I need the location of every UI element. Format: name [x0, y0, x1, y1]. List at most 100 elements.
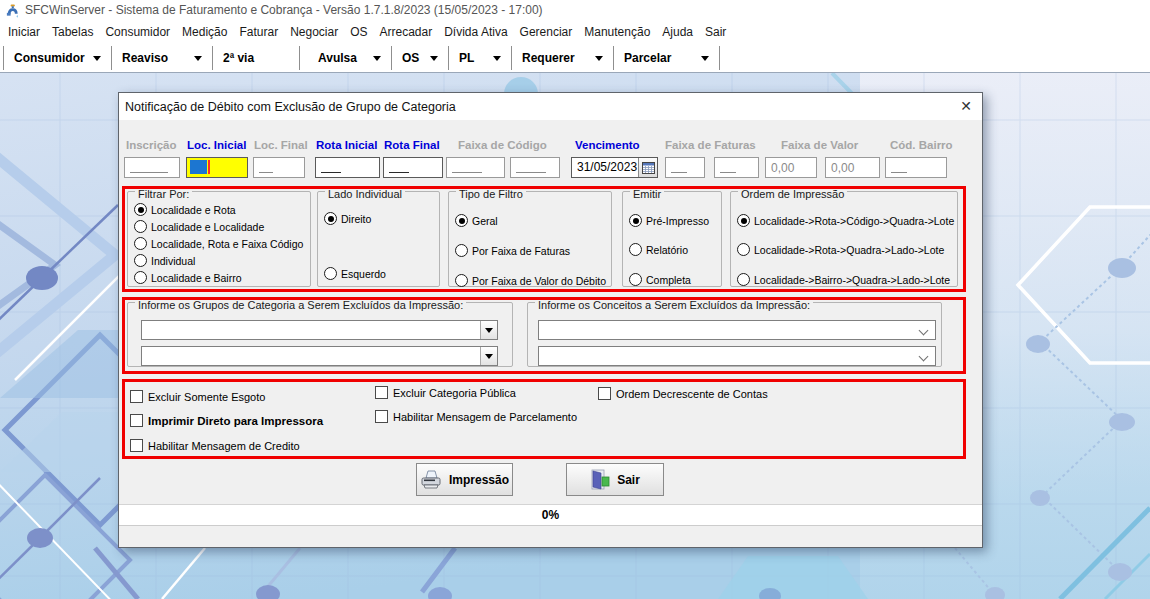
toolbar-consumidor-button[interactable]: Consumidor: [4, 45, 111, 71]
close-icon[interactable]: ✕: [960, 97, 972, 115]
radio-relatorio[interactable]: Relatório: [629, 243, 688, 256]
radio-icon: [737, 243, 750, 256]
menu-iniciar[interactable]: Iniciar: [2, 20, 46, 44]
desktop: SFCWinServer - Sistema de Faturamento e …: [0, 0, 1150, 599]
label-faixa-faturas: Faixa de Faturas: [665, 139, 756, 151]
checkbox-icon: [130, 414, 143, 427]
radio-esquerdo[interactable]: Esquerdo: [324, 267, 386, 280]
input-faixa-valor-2[interactable]: 0,00: [825, 157, 880, 178]
radio-icon: [455, 214, 468, 227]
toolbar-os-button[interactable]: OS: [392, 45, 448, 71]
input-loc-final[interactable]: [253, 157, 305, 178]
input-faixa-codigo-2[interactable]: [510, 157, 560, 178]
input-faixa-codigo-1[interactable]: [446, 157, 505, 178]
radio-localidade-e-rota[interactable]: Localidade e Rota: [134, 203, 236, 216]
radio-geral[interactable]: Geral: [455, 214, 498, 227]
radio-localidade-e-bairro[interactable]: Localidade e Bairro: [134, 271, 241, 284]
menu-ajuda[interactable]: Ajuda: [656, 20, 699, 44]
menu-medicao[interactable]: Medição: [176, 20, 233, 44]
toolbar-parcelar-button[interactable]: Parcelar: [614, 45, 719, 71]
input-rota-final[interactable]: [383, 157, 443, 178]
input-faixa-valor-1[interactable]: 0,00: [765, 157, 817, 178]
radio-localidade-rota-faixa[interactable]: Localidade, Rota e Faixa Código: [134, 237, 303, 250]
checkbox-icon: [598, 387, 611, 400]
label-cod-bairro: Cód. Bairro: [890, 139, 953, 151]
checkbox-habilitar-credito[interactable]: Habilitar Mensagem de Credito: [130, 439, 300, 452]
conceitos-combo-1[interactable]: [538, 320, 936, 340]
app-title: SFCWinServer - Sistema de Faturamento e …: [25, 3, 543, 17]
input-rota-inicial[interactable]: [315, 157, 380, 178]
grupos-categoria-combo-1[interactable]: [141, 320, 498, 340]
menu-tabelas[interactable]: Tabelas: [46, 20, 99, 44]
checkbox-excluir-publica[interactable]: Excluir Categoria Pública: [375, 386, 516, 399]
toolbar-pl-button[interactable]: PL: [449, 45, 511, 71]
radio-por-faixa-valor[interactable]: Por Faixa de Valor do Débito: [455, 274, 606, 287]
radio-por-faixa-faturas[interactable]: Por Faixa de Faturas: [455, 244, 570, 257]
toolbar-reaviso-button[interactable]: Reaviso: [112, 45, 212, 71]
menu-sair[interactable]: Sair: [699, 20, 732, 44]
group-grupos-categoria: Informe os Grupos de Categoria a Serem E…: [127, 302, 513, 367]
radio-icon: [737, 273, 750, 286]
menu-faturar[interactable]: Faturar: [233, 20, 284, 44]
radio-individual[interactable]: Individual: [134, 254, 195, 267]
calendar-button[interactable]: [638, 158, 657, 177]
dialog-titlebar[interactable]: Notificação de Débito com Exclusão de Gr…: [119, 93, 982, 120]
calendar-icon: [642, 161, 655, 174]
chevron-down-icon: [919, 326, 929, 336]
checkbox-icon: [130, 439, 143, 452]
combo-dropdown-button[interactable]: [480, 347, 497, 365]
radio-icon: [737, 214, 750, 227]
combo-dropdown-button[interactable]: [480, 321, 497, 339]
radio-pre-impresso[interactable]: Pré-Impresso: [629, 214, 709, 227]
checkbox-excluir-esgoto[interactable]: Excluir Somente Esgoto: [130, 390, 265, 403]
dropdown-arrow-icon: [595, 56, 603, 61]
group-lado-individual: Lado Individual Direito Esquerdo: [317, 191, 440, 287]
radio-icon: [629, 243, 642, 256]
toolbar: Consumidor Reaviso 2ª via Avulsa OS PL R…: [0, 44, 1150, 73]
toolbar-requerer-button[interactable]: Requerer: [512, 45, 613, 71]
group-conceitos: Informe os Conceitos a Serem Excluídos d…: [527, 302, 942, 367]
radio-completa[interactable]: Completa: [629, 273, 691, 286]
label-faixa-valor: Faixa de Valor: [781, 139, 858, 151]
menu-arrecadar[interactable]: Arrecadar: [374, 20, 439, 44]
menu-consumidor[interactable]: Consumidor: [99, 20, 176, 44]
input-vencimento[interactable]: 31/05/2023: [571, 157, 658, 178]
conceitos-combo-2[interactable]: [538, 346, 936, 366]
menu-manutencao[interactable]: Manutenção: [578, 20, 656, 44]
dropdown-arrow-icon: [194, 56, 202, 61]
menu-os[interactable]: OS: [344, 20, 373, 44]
toolbar-2avia-button[interactable]: 2ª via: [213, 45, 299, 71]
radio-ordem-3[interactable]: Localidade->Bairro->Quadra->Lado->Lote: [737, 273, 950, 286]
dropdown-arrow-icon: [93, 56, 101, 61]
radio-direito[interactable]: Direito: [324, 212, 371, 225]
radio-localidade-e-localidade[interactable]: Localidade e Localidade: [134, 220, 264, 233]
label-rota-final: Rota Final: [384, 139, 440, 151]
menu-negociar[interactable]: Negociar: [284, 20, 344, 44]
checkbox-ordem-decrescente[interactable]: Ordem Decrescente de Contas: [598, 387, 768, 400]
impressao-button[interactable]: Impressão: [416, 463, 513, 496]
checkbox-habilitar-parcelamento[interactable]: Habilitar Mensagem de Parcelamento: [375, 410, 577, 423]
dropdown-arrow-icon: [430, 56, 438, 61]
options-panel: Excluir Somente Esgoto Imprimir Direto p…: [122, 379, 966, 459]
date-value: 31/05/2023: [572, 158, 638, 177]
input-faixa-faturas-2[interactable]: [714, 157, 759, 178]
radio-ordem-2[interactable]: Localidade->Rota->Quadra->Lado->Lote: [737, 243, 944, 256]
checkbox-imprimir-direto[interactable]: Imprimir Direto para Impressora: [130, 414, 323, 427]
group-emitir: Emitir Pré-Impresso Relatório Completa: [622, 191, 722, 287]
group-filtrar-por: Filtrar Por: Localidade e Rota Localidad…: [127, 191, 311, 287]
input-faixa-faturas-1[interactable]: [665, 157, 705, 178]
label-faixa-codigo: Faixa de Código: [458, 139, 547, 151]
exclusion-panel: Informe os Grupos de Categoria a Serem E…: [122, 297, 966, 374]
grupos-categoria-combo-2[interactable]: [141, 346, 498, 366]
selection-block: [190, 160, 207, 174]
sair-button[interactable]: Sair: [566, 463, 664, 496]
checkbox-icon: [130, 390, 143, 403]
input-loc-inicial[interactable]: [186, 157, 248, 178]
radio-ordem-1[interactable]: Localidade->Rota->Código->Quadra->Lote: [737, 214, 954, 227]
menu-gerenciar[interactable]: Gerenciar: [514, 20, 579, 44]
radio-icon: [134, 203, 147, 216]
menu-divida-ativa[interactable]: Dívida Ativa: [438, 20, 513, 44]
toolbar-avulsa-button[interactable]: Avulsa: [308, 45, 391, 71]
input-inscricao[interactable]: [124, 157, 180, 178]
input-cod-bairro[interactable]: [885, 157, 947, 178]
